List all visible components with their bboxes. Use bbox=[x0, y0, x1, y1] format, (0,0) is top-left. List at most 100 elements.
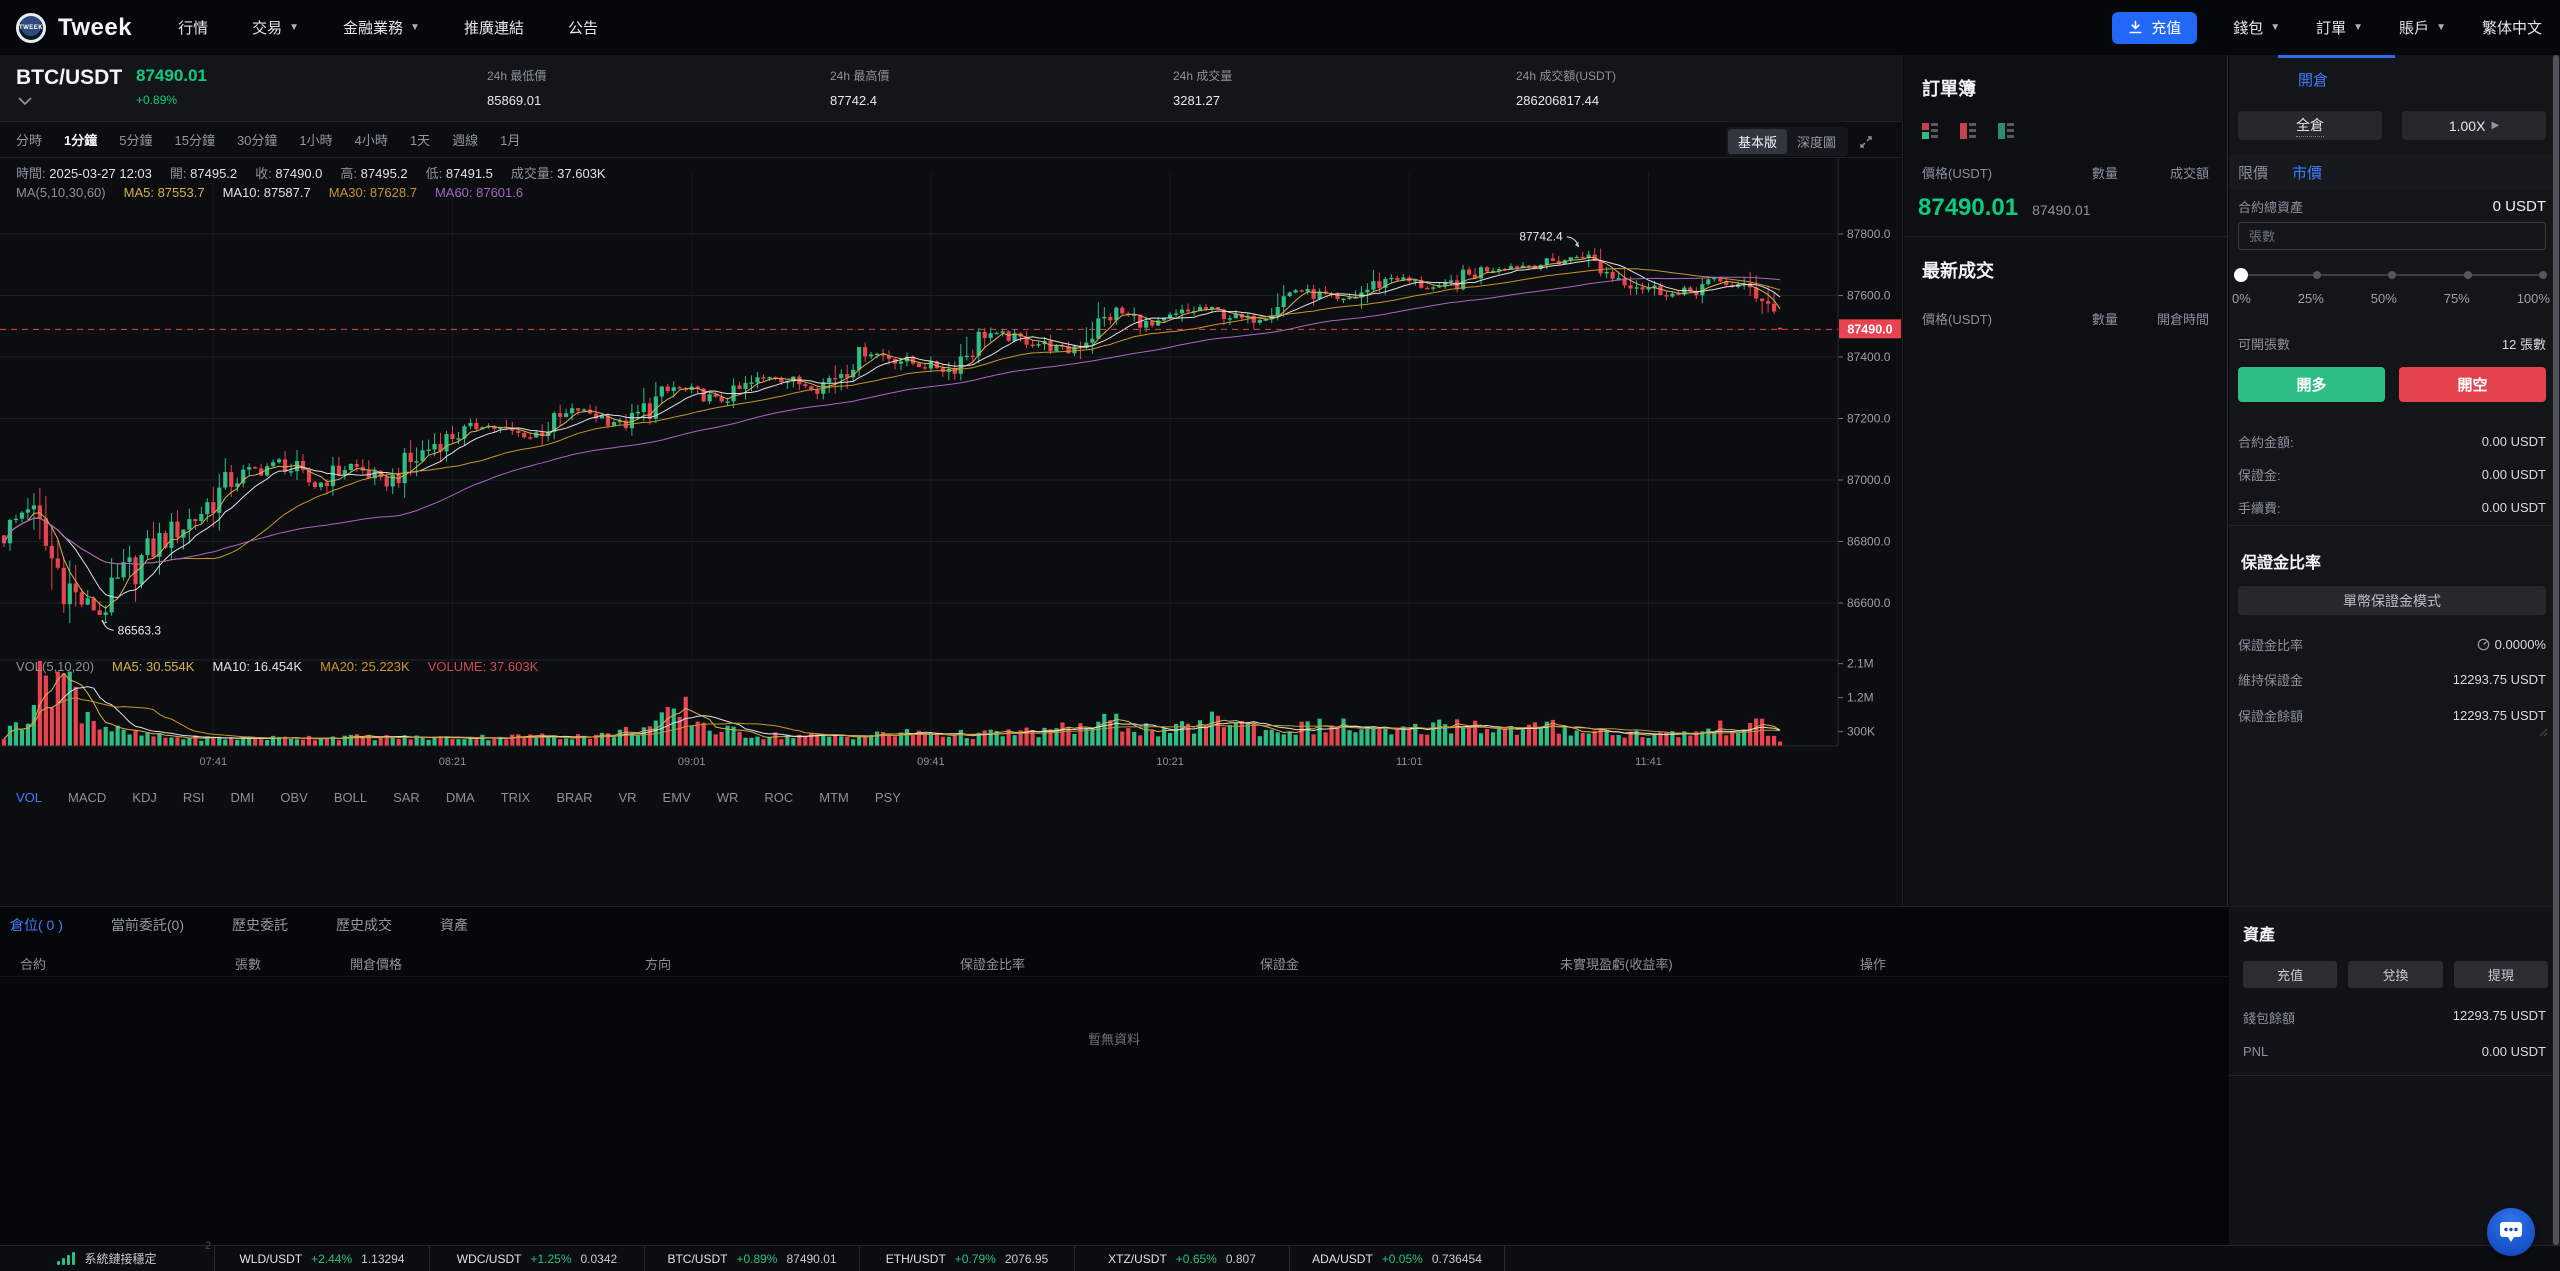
tab-open-position[interactable]: 開倉 bbox=[2298, 69, 2328, 90]
indicator-tab[interactable]: DMA bbox=[446, 790, 475, 805]
indicator-tab[interactable]: EMV bbox=[663, 790, 691, 805]
symbol-name[interactable]: BTC/USDT bbox=[16, 66, 122, 90]
slider-dot[interactable] bbox=[2539, 271, 2547, 279]
resize-handle-icon[interactable] bbox=[2536, 725, 2548, 737]
tab-limit-order[interactable]: 限價 bbox=[2238, 162, 2268, 183]
assets-panel: 資產 充值兌換提現 錢包餘額12293.75 USDTPNL0.00 USDT bbox=[2229, 907, 2560, 1245]
margin-mode-button[interactable]: 全倉 bbox=[2238, 111, 2382, 140]
nav-item[interactable]: 繁体中文 bbox=[2482, 17, 2542, 38]
indicator-tab[interactable]: WR bbox=[717, 790, 739, 805]
nav-item-label: 交易 bbox=[252, 17, 282, 38]
open-long-button[interactable]: 開多 bbox=[2238, 367, 2385, 402]
indicator-tab[interactable]: BRAR bbox=[556, 790, 592, 805]
nav-item[interactable]: 訂單▼ bbox=[2316, 17, 2363, 38]
timeframe-button[interactable]: 分時 bbox=[16, 130, 42, 149]
indicator-tab[interactable]: DMI bbox=[231, 790, 255, 805]
positions-tab[interactable]: 資產 bbox=[440, 915, 468, 935]
positions-section: 倉位( 0 )當前委託(0)歷史委託歷史成交資產 合約張數開倉價格方向保證金比率… bbox=[0, 907, 2228, 1245]
view-basic-button[interactable]: 基本版 bbox=[1728, 129, 1787, 154]
slider-dot[interactable] bbox=[2464, 271, 2472, 279]
slider-dot[interactable] bbox=[2388, 271, 2396, 279]
indicator-tab[interactable]: KDJ bbox=[132, 790, 157, 805]
view-depth-button[interactable]: 深度圖 bbox=[1787, 129, 1846, 154]
nav-item[interactable]: 賬戶▼ bbox=[2399, 17, 2446, 38]
status-ticker[interactable]: ETH/USDT+0.79%2076.95 bbox=[860, 1246, 1075, 1271]
slider-thumb[interactable] bbox=[2234, 268, 2248, 282]
timeframe-button[interactable]: 30分鐘 bbox=[237, 130, 277, 149]
status-ticker[interactable]: WLD/USDT+2.44%1.13294 bbox=[215, 1246, 430, 1271]
nav-item[interactable]: 交易▼ bbox=[252, 17, 299, 38]
status-ticker[interactable]: BTC/USDT+0.89%87490.01 bbox=[645, 1246, 860, 1271]
indicator-tab[interactable]: TRIX bbox=[501, 790, 531, 805]
timeframe-button[interactable]: 1小時 bbox=[299, 130, 332, 149]
orderbook-view-bids-icon[interactable] bbox=[1998, 123, 2014, 139]
indicator-tab[interactable]: BOLL bbox=[334, 790, 367, 805]
indicator-tab[interactable]: MTM bbox=[819, 790, 849, 805]
indicator-tab[interactable]: PSY bbox=[875, 790, 901, 805]
timeframe-button[interactable]: 週線 bbox=[452, 130, 478, 149]
nav-item[interactable]: 行情 bbox=[178, 17, 208, 38]
ticker-price: 87490.01 bbox=[786, 1252, 836, 1266]
tab-market-order[interactable]: 市價 bbox=[2292, 162, 2322, 183]
orderbook-last-price: 87490.01 bbox=[1918, 194, 2018, 222]
indicator-tab[interactable]: MACD bbox=[68, 790, 106, 805]
timeframe-button[interactable]: 1月 bbox=[500, 130, 520, 149]
status-ticker[interactable]: WDC/USDT+1.25%0.0342 bbox=[430, 1246, 645, 1271]
total-assets-value: 0 USDT bbox=[2493, 198, 2546, 215]
deposit-button[interactable]: 充值 bbox=[2112, 12, 2197, 44]
timeframe-bar: 分時 1分鐘 5分鐘 15分鐘 30分鐘 1小時 4小時 1天 週線 1月 bbox=[0, 122, 1902, 158]
svg-text:11:41: 11:41 bbox=[1635, 756, 1662, 768]
indicator-tab[interactable]: VR bbox=[618, 790, 636, 805]
timeframe-button[interactable]: 15分鐘 bbox=[174, 130, 214, 149]
fee-label: 手續費: bbox=[2238, 498, 2281, 517]
indicator-tab[interactable]: SAR bbox=[393, 790, 420, 805]
positions-tabs: 倉位( 0 ) 當前委託(0) 歷史委託 歷史成交 資產 bbox=[0, 907, 2228, 935]
nav-item-label: 公告 bbox=[568, 17, 598, 38]
timeframe-button[interactable]: 5分鐘 bbox=[119, 130, 152, 149]
expand-icon[interactable] bbox=[1858, 134, 1874, 150]
positions-tab[interactable]: 當前委託(0) bbox=[111, 915, 184, 935]
single-coin-margin-mode-button[interactable]: 單幣保證金模式 bbox=[2238, 586, 2546, 615]
scrollbar-thumb[interactable] bbox=[2553, 55, 2559, 1245]
nav-item[interactable]: 推廣連結 bbox=[464, 17, 524, 38]
assets-action-button[interactable]: 兌換 bbox=[2348, 961, 2442, 988]
signal-bars-icon bbox=[57, 1253, 75, 1265]
nav-item[interactable]: 公告 bbox=[568, 17, 598, 38]
nav-item[interactable]: 金融業務▼ bbox=[343, 17, 420, 38]
page-scrollbar[interactable] bbox=[2552, 55, 2560, 1245]
svg-text:10:21: 10:21 bbox=[1156, 756, 1184, 768]
leverage-button[interactable]: 1.00X▶ bbox=[2402, 111, 2546, 140]
assets-row-value: 0.00 USDT bbox=[2482, 1044, 2546, 1059]
status-ticker[interactable]: ADA/USDT+0.05%0.736454 bbox=[1290, 1246, 1505, 1271]
ticker-change: +2.44% bbox=[311, 1252, 352, 1266]
positions-tab[interactable]: 歷史成交 bbox=[336, 915, 392, 935]
amount-input[interactable] bbox=[2238, 222, 2546, 250]
indicator-tab[interactable]: RSI bbox=[183, 790, 205, 805]
amount-slider[interactable] bbox=[2241, 268, 2543, 282]
status-ticker[interactable]: XTZ/USDT+0.65%0.807 bbox=[1075, 1246, 1290, 1271]
ticker-stat: 24h 最高價87742.4 bbox=[830, 67, 1173, 108]
assets-action-button[interactable]: 提現 bbox=[2454, 961, 2548, 988]
indicator-tab[interactable]: ROC bbox=[764, 790, 793, 805]
svg-text:86563.3: 86563.3 bbox=[118, 623, 162, 637]
assets-action-button[interactable]: 充值 bbox=[2243, 961, 2337, 988]
orderbook-view-asks-icon[interactable] bbox=[1960, 123, 1976, 139]
chevron-down-icon[interactable] bbox=[18, 97, 32, 105]
indicator-tab[interactable]: OBV bbox=[280, 790, 307, 805]
chat-widget-button[interactable] bbox=[2487, 1208, 2535, 1256]
margin-ratio-title: 保證金比率 bbox=[2241, 549, 2321, 573]
margin-value: 0.00 USDT bbox=[2482, 467, 2546, 482]
open-short-button[interactable]: 開空 bbox=[2399, 367, 2546, 402]
indicator-tab[interactable]: VOL bbox=[16, 790, 42, 805]
timeframe-button[interactable]: 1分鐘 bbox=[64, 130, 97, 149]
timeframe-button[interactable]: 4小時 bbox=[355, 130, 388, 149]
nav-item[interactable]: 錢包▼ bbox=[2233, 17, 2280, 38]
chevron-down-icon: ▼ bbox=[410, 22, 420, 33]
brand-logo[interactable]: TWEEK Tweek bbox=[0, 13, 132, 43]
orderbook-view-both-icon[interactable] bbox=[1922, 123, 1938, 139]
timeframe-button[interactable]: 1天 bbox=[410, 130, 430, 149]
chart-canvas[interactable]: 87800.087600.087400.087200.087000.086800… bbox=[0, 158, 1903, 783]
positions-tab[interactable]: 倉位( 0 ) bbox=[10, 915, 63, 935]
slider-dot[interactable] bbox=[2313, 271, 2321, 279]
positions-tab[interactable]: 歷史委託 bbox=[232, 915, 288, 935]
